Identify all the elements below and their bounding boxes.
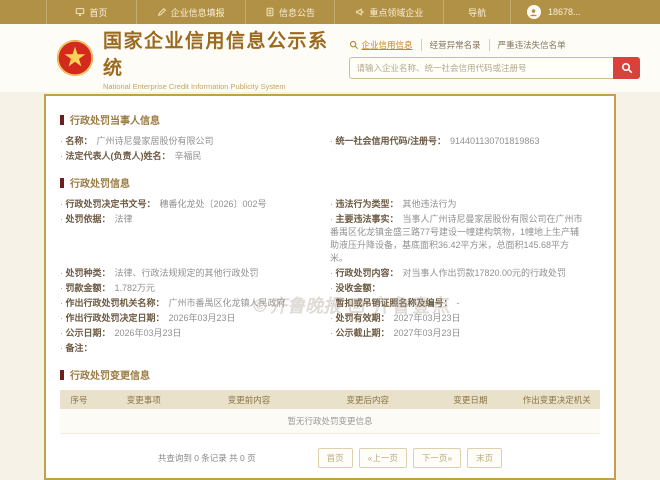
col-header-change-item: 变更事项	[98, 390, 190, 409]
site-title-block: 国家企业信用信息公示系统 National Enterprise Credit …	[103, 26, 349, 91]
section-title: 行政处罚当事人信息	[60, 112, 600, 127]
col-header-index: 序号	[60, 390, 98, 409]
user-phone: 18678...	[548, 7, 581, 17]
search-icon	[349, 40, 359, 50]
field-company-name: 名称：广州诗尼曼家居股份有限公司	[60, 135, 330, 148]
search-icon	[621, 62, 633, 74]
field-publicity-date: 公示日期：2026年03月23日	[60, 327, 330, 340]
detail-content-panel: 行政处罚当事人信息 名称：广州诗尼曼家居股份有限公司 统一社会信用代码/注册号：…	[44, 94, 616, 480]
field-row: 法定代表人(负责人)姓名：辛福民	[60, 150, 600, 165]
field-decision-doc-number: 行政处罚决定书文号：穗番化龙处〔2026〕002号	[60, 198, 330, 211]
search-tab-abnormal-operations[interactable]: 经营异常名录	[421, 39, 489, 51]
site-subtitle: National Enterprise Credit Information P…	[103, 82, 349, 91]
search-tab-row: 企业信用信息 经营异常名录 严重违法失信名单	[349, 37, 640, 52]
search-row	[349, 57, 640, 79]
field-row: 处罚种类：法律、行政法规规定的其他行政处罚 行政处罚内容：对当事人作出罚款178…	[60, 267, 600, 282]
nav-item-navigation[interactable]: 导航	[443, 0, 510, 24]
record-count-summary: 共查询到 0 条记录 共 0 页	[158, 452, 256, 464]
section-title: 行政处罚变更信息	[60, 367, 600, 382]
field-violation-type: 违法行为类型：其他违法行为	[330, 198, 600, 211]
field-row: 作出行政处罚机关名称：广州市番禺区化龙镇人民政府 暂扣或吊销证照名称及编号：-	[60, 297, 600, 312]
site-title: 国家企业信用信息公示系统	[103, 26, 349, 80]
monitor-icon	[75, 7, 85, 17]
col-header-before: 变更前内容	[190, 390, 309, 409]
empty-message: 暂无行政处罚变更信息	[60, 409, 600, 433]
nav-item-label: 企业信息填报	[171, 6, 225, 19]
table-header-row: 序号 变更事项 变更前内容 变更后内容 变更日期 作出变更决定机关	[60, 390, 600, 409]
search-block: 企业信用信息 经营异常名录 严重违法失信名单	[349, 37, 640, 79]
field-row: 罚款金额：1.782万元 没收金额：	[60, 282, 600, 297]
table-empty-row: 暂无行政处罚变更信息	[60, 409, 600, 433]
last-page-button[interactable]: 末页	[467, 448, 502, 468]
field-row: 公示日期：2026年03月23日 公示截止期：2027年03月23日	[60, 327, 600, 342]
section-bullet-icon	[60, 370, 64, 380]
site-header: 国家企业信用信息公示系统 National Enterprise Credit …	[0, 24, 660, 92]
penalty-change-table: 序号 变更事项 变更前内容 变更后内容 变更日期 作出变更决定机关 暂无行政处罚…	[60, 390, 600, 434]
pagination-bar: 共查询到 0 条记录 共 0 页 首页 «上一页 下一页» 末页	[60, 448, 600, 468]
field-fine-amount: 罚款金额：1.782万元	[60, 282, 330, 295]
nav-item-home[interactable]: 首页	[46, 0, 136, 24]
field-row: 行政处罚决定书文号：穗番化龙处〔2026〕002号 违法行为类型：其他违法行为	[60, 198, 600, 213]
user-account-area[interactable]: 18678...	[510, 0, 660, 24]
field-penalty-authority: 作出行政处罚机关名称：广州市番禺区化龙镇人民政府	[60, 297, 330, 310]
next-page-button[interactable]: 下一页»	[413, 448, 461, 468]
section-title: 行政处罚信息	[60, 175, 600, 190]
megaphone-icon	[355, 7, 365, 17]
user-avatar-icon	[527, 5, 541, 19]
top-navigation-bar: 首页 企业信息填报 信息公告 重点领域企业 导航 18678...	[0, 0, 660, 24]
nav-item-label: 重点领域企业	[369, 6, 423, 19]
field-credit-code: 统一社会信用代码/注册号：914401130701819863	[330, 135, 600, 148]
search-tab-serious-violations[interactable]: 严重违法失信名单	[489, 39, 574, 51]
pencil-icon	[157, 7, 167, 17]
nav-item-key-field-enterprises[interactable]: 重点领域企业	[334, 0, 443, 24]
col-header-decision-authority: 作出变更决定机关	[514, 390, 600, 409]
section-penalty-party-info: 行政处罚当事人信息 名称：广州诗尼曼家居股份有限公司 统一社会信用代码/注册号：…	[60, 112, 600, 165]
field-penalty-content: 行政处罚内容：对当事人作出罚款17820.00元的行政处罚	[330, 267, 600, 280]
field-penalty-valid-until: 处罚有效期：2027年03月23日	[330, 312, 600, 325]
col-header-after: 变更后内容	[308, 390, 427, 409]
first-page-button[interactable]: 首页	[318, 448, 353, 468]
field-row: 名称：广州诗尼曼家居股份有限公司 统一社会信用代码/注册号：9144011307…	[60, 135, 600, 150]
section-penalty-change-info: 行政处罚变更信息 序号 变更事项 变更前内容 变更后内容 变更日期 作出变更决定…	[60, 367, 600, 434]
section-penalty-info: 行政处罚信息 行政处罚决定书文号：穗番化龙处〔2026〕002号 违法行为类型：…	[60, 175, 600, 357]
search-button[interactable]	[613, 57, 640, 79]
field-remarks: 备注：	[60, 342, 330, 355]
nav-item-label: 导航	[468, 6, 486, 19]
national-emblem-logo	[56, 39, 94, 77]
nav-spacer	[0, 0, 46, 24]
field-row: 作出行政处罚决定日期：2026年03月23日 处罚有效期：2027年03月23日	[60, 312, 600, 327]
field-penalty-basis: 处罚依据：法律	[60, 213, 330, 265]
previous-page-button[interactable]: «上一页	[359, 448, 407, 468]
section-bullet-icon	[60, 178, 64, 188]
field-main-violation-facts: 主要违法事实：当事人广州诗尼曼家居股份有限公司在广州市番禺区化龙镇金盛三路77号…	[330, 213, 600, 265]
pagination-buttons: 首页 «上一页 下一页» 末页	[318, 448, 503, 468]
nav-item-label: 首页	[89, 6, 107, 19]
section-bullet-icon	[60, 115, 64, 125]
nav-item-label: 信息公告	[279, 6, 315, 19]
field-confiscation-amount: 没收金额：	[330, 282, 600, 295]
nav-item-info-announcement[interactable]: 信息公告	[245, 0, 335, 24]
field-publicity-deadline: 公示截止期：2027年03月23日	[330, 327, 600, 340]
document-icon	[265, 7, 275, 17]
field-row: 处罚依据：法律 主要违法事实：当事人广州诗尼曼家居股份有限公司在广州市番禺区化龙…	[60, 213, 600, 267]
field-decision-date: 作出行政处罚决定日期：2026年03月23日	[60, 312, 330, 325]
nav-item-enterprise-filing[interactable]: 企业信息填报	[136, 0, 245, 24]
search-input[interactable]	[349, 57, 613, 79]
search-tab-enterprise-credit[interactable]: 企业信用信息	[362, 39, 421, 51]
field-license-suspension: 暂扣或吊销证照名称及编号：-	[330, 297, 600, 310]
field-row: 备注：	[60, 342, 600, 357]
field-penalty-category: 处罚种类：法律、行政法规规定的其他行政处罚	[60, 267, 330, 280]
field-legal-representative: 法定代表人(负责人)姓名：辛福民	[60, 150, 330, 163]
col-header-change-date: 变更日期	[427, 390, 513, 409]
